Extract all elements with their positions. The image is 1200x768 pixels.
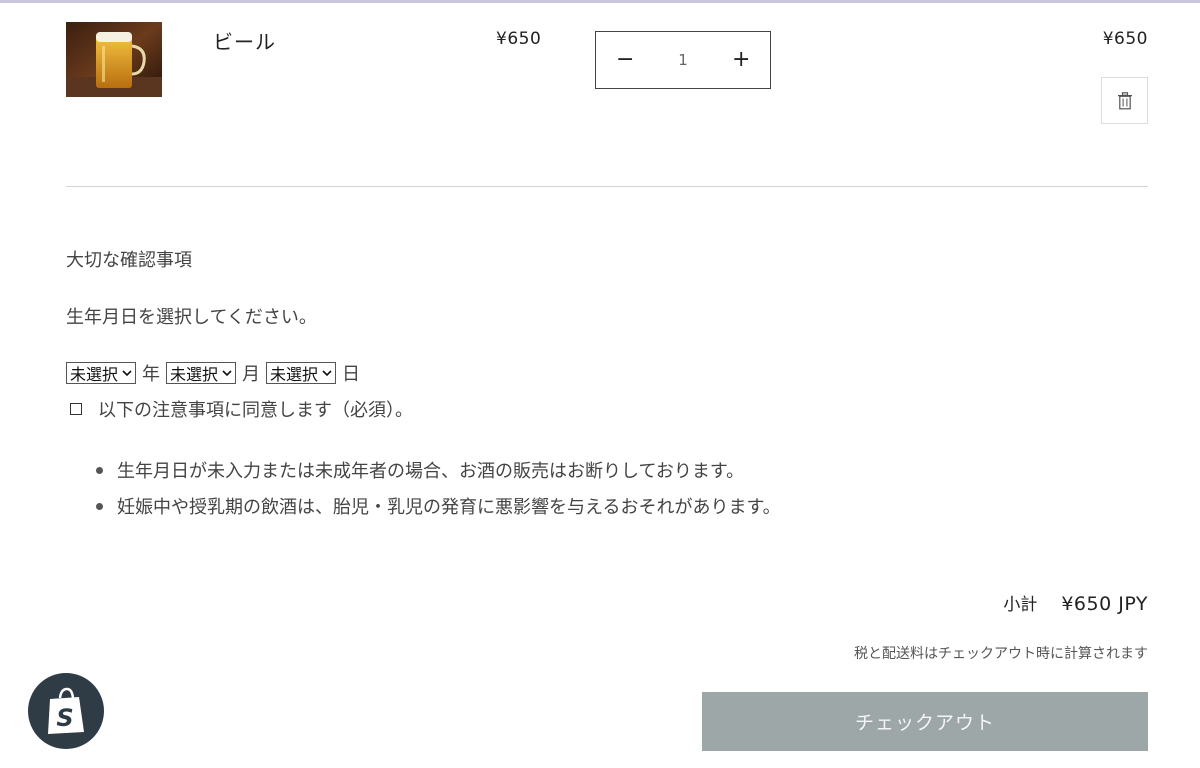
divider	[66, 186, 1148, 187]
beer-mug-photo	[66, 22, 162, 97]
list-item-text: 生年月日が未入力または未成年者の場合、お酒の販売はお断りしております。	[117, 461, 745, 482]
birth-month-value: 未選択	[170, 365, 219, 384]
increase-quantity-button[interactable]: +	[732, 49, 750, 71]
birth-year-select[interactable]: 未選択	[66, 362, 137, 384]
agree-label[interactable]: 以下の注意事項に同意します（必須）。	[98, 396, 413, 422]
list-item: 妊娠中や授乳期の飲酒は、胎児・乳児の発育に悪影響を与えるおそれがあります。	[96, 488, 781, 524]
birth-month-select[interactable]: 未選択	[166, 362, 237, 384]
bullet-icon	[96, 502, 103, 510]
subtotal-row: 小計 ¥650 JPY	[1003, 590, 1148, 615]
tax-note: 税と配送料はチェックアウト時に計算されます	[854, 646, 1148, 662]
svg-text:S: S	[56, 704, 73, 732]
agree-checkbox[interactable]	[70, 403, 82, 415]
chevron-down-icon	[322, 366, 332, 380]
remove-item-button[interactable]	[1101, 77, 1148, 124]
list-item-text: 妊娠中や授乳期の飲酒は、胎児・乳児の発育に悪影響を与えるおそれがあります。	[117, 497, 781, 518]
subtotal-label: 小計	[1003, 595, 1038, 615]
line-total: ¥650	[1102, 29, 1148, 49]
cart-item: ビール ¥650 − 1 + ¥650	[66, 22, 1148, 132]
quantity-stepper: − 1 +	[595, 31, 771, 89]
day-unit-label: 日	[342, 364, 361, 385]
top-border	[0, 0, 1200, 3]
chevron-down-icon	[122, 366, 132, 380]
decrease-quantity-button[interactable]: −	[616, 49, 634, 71]
chevron-down-icon	[222, 366, 232, 380]
birth-year-value: 未選択	[70, 365, 119, 384]
year-unit-label: 年	[142, 364, 161, 385]
trash-icon	[1117, 91, 1132, 109]
birth-day-value: 未選択	[270, 365, 319, 384]
notice-list: 生年月日が未入力または未成年者の場合、お酒の販売はお断りしております。 妊娠中や…	[96, 452, 781, 524]
dob-row: 未選択 年 未選択 月 未選択 日	[66, 360, 366, 386]
shopify-bag-icon: S	[48, 687, 84, 734]
bullet-icon	[96, 466, 103, 474]
unit-price: ¥650	[496, 29, 542, 49]
product-image[interactable]	[66, 22, 162, 97]
product-name[interactable]: ビール	[213, 26, 276, 55]
checkout-button[interactable]: チェックアウト	[702, 692, 1148, 751]
month-unit-label: 月	[242, 364, 261, 385]
dob-prompt: 生年月日を選択してください。	[66, 307, 317, 328]
list-item: 生年月日が未入力または未成年者の場合、お酒の販売はお断りしております。	[96, 452, 781, 488]
agree-row: 以下の注意事項に同意します（必須）。	[70, 396, 413, 422]
shopify-badge[interactable]: S	[28, 673, 104, 749]
quantity-input[interactable]: 1	[663, 51, 703, 69]
subtotal-value: ¥650 JPY	[1061, 593, 1148, 615]
notice-title: 大切な確認事項	[66, 250, 192, 271]
birth-day-select[interactable]: 未選択	[266, 362, 337, 384]
